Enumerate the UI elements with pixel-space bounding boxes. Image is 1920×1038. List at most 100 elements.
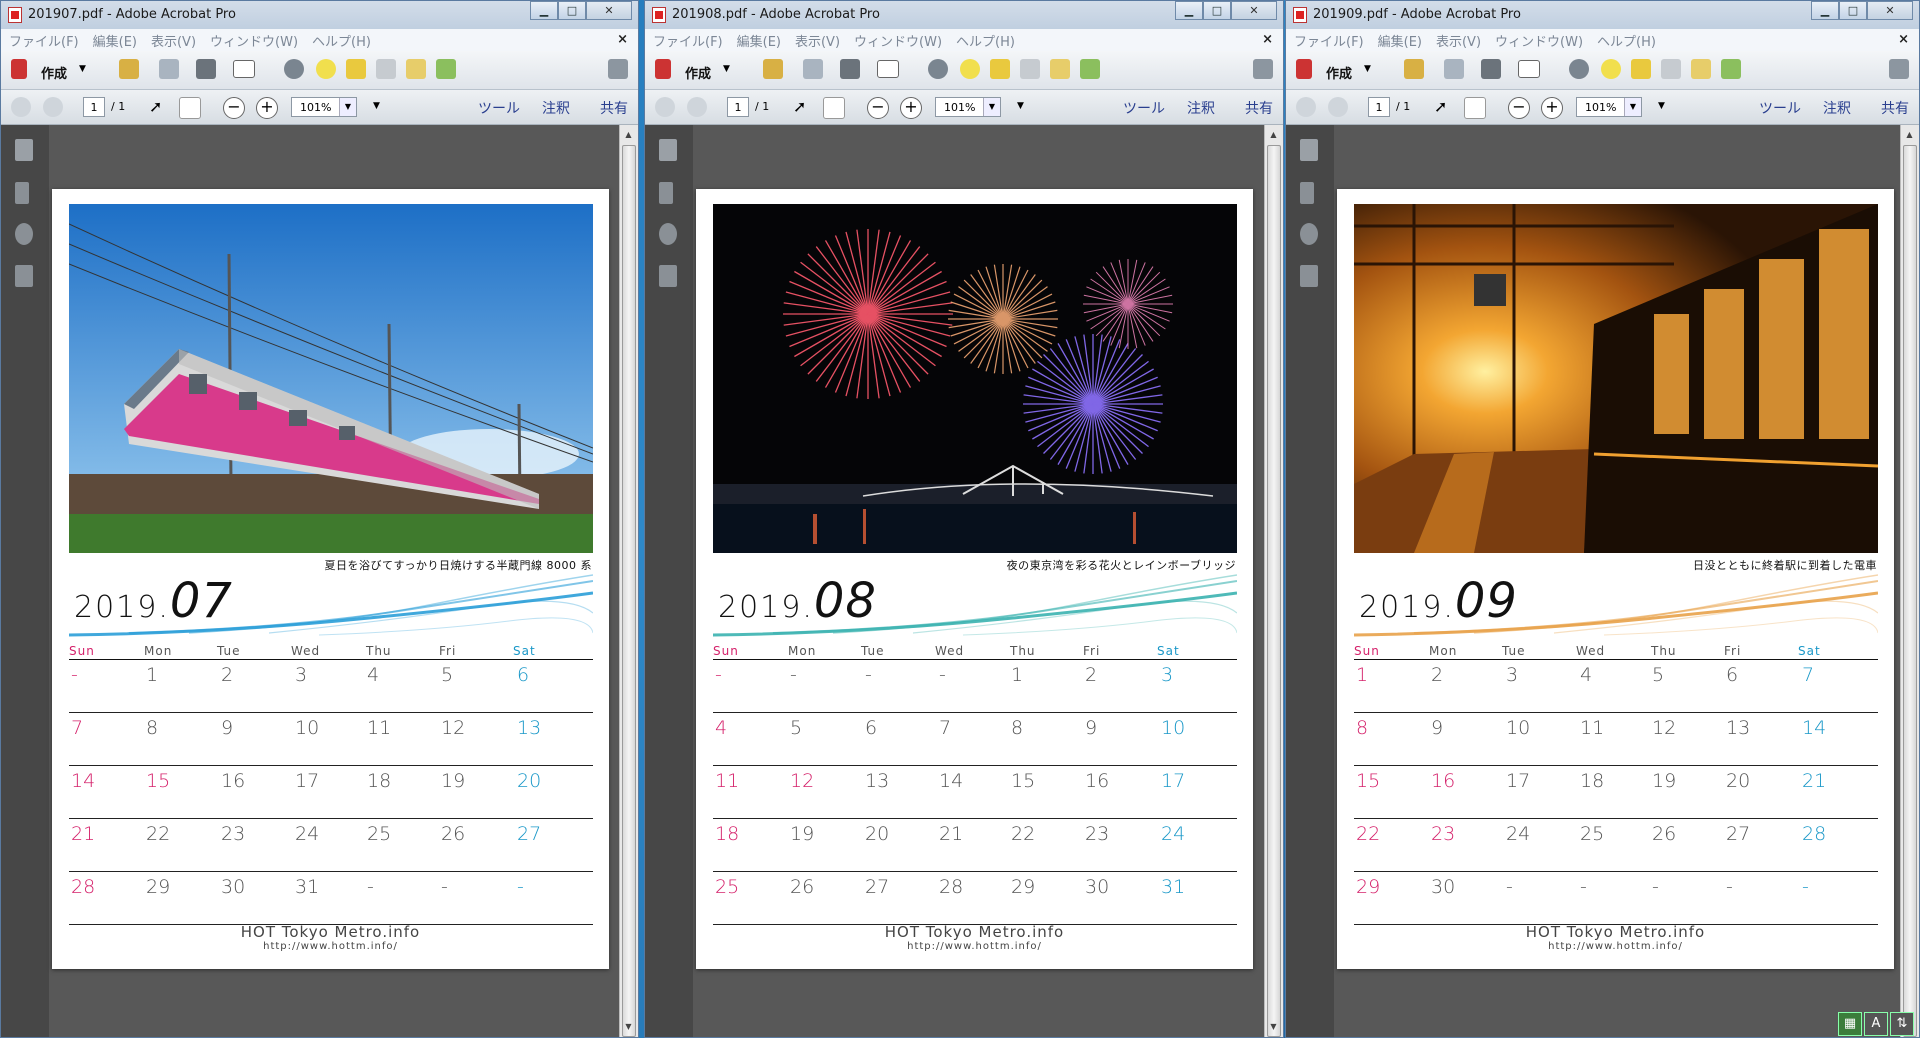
scroll-down-icon[interactable]: ▼ <box>620 1019 637 1035</box>
close-document-icon[interactable]: × <box>1262 32 1273 47</box>
comment-icon[interactable] <box>316 59 336 79</box>
toolbar-more-icon[interactable]: ▼ <box>1658 101 1665 111</box>
zoom-in-icon[interactable]: + <box>256 97 278 119</box>
hand-tool-icon[interactable] <box>1464 97 1486 119</box>
create-button[interactable]: 作成 <box>41 63 67 82</box>
highlight-icon[interactable] <box>1631 59 1651 79</box>
vertical-scrollbar[interactable]: ▲ ▼ <box>1264 125 1283 1037</box>
chevron-down-icon[interactable]: ▼ <box>79 64 86 74</box>
share-pane-button[interactable]: 共有 <box>1881 98 1909 118</box>
save-icon[interactable] <box>159 59 179 79</box>
zoom-dropdown-icon[interactable]: ▼ <box>1624 98 1641 116</box>
scroll-up-icon[interactable]: ▲ <box>1265 127 1282 143</box>
email-icon[interactable] <box>877 60 899 78</box>
page-thumbnails-icon[interactable] <box>659 139 677 161</box>
maximize-button[interactable]: □ <box>558 1 586 20</box>
stamp-icon[interactable] <box>1661 59 1681 79</box>
attachments-icon[interactable] <box>659 223 677 245</box>
menu-item[interactable]: ウィンドウ(W) <box>1495 31 1583 50</box>
chevron-down-icon[interactable]: ▼ <box>723 64 730 74</box>
attachments-icon[interactable] <box>1300 223 1318 245</box>
fullscreen-icon[interactable] <box>1253 59 1273 79</box>
close-window-button[interactable]: ✕ <box>1231 1 1277 20</box>
signatures-icon[interactable] <box>1300 265 1318 287</box>
next-page-icon[interactable] <box>43 97 63 117</box>
settings-gear-icon[interactable] <box>1569 59 1589 79</box>
scroll-up-icon[interactable]: ▲ <box>620 127 637 143</box>
close-window-button[interactable]: ✕ <box>586 1 632 20</box>
previous-page-icon[interactable] <box>1296 97 1316 117</box>
zoom-level-input[interactable]: 101% ▼ <box>291 97 357 117</box>
page-number-input[interactable]: 1 <box>83 97 105 117</box>
tools-pane-button[interactable]: ツール <box>478 98 520 118</box>
select-cursor-icon[interactable]: ➚ <box>1434 97 1454 117</box>
comment-icon[interactable] <box>1601 59 1621 79</box>
document-area[interactable]: 夏日を浴びてすっかり日焼けする半蔵門線 8000 系 2019.07 Sun Mo… <box>49 125 620 1037</box>
select-cursor-icon[interactable]: ➚ <box>793 97 813 117</box>
select-cursor-icon[interactable]: ➚ <box>149 97 169 117</box>
maximize-button[interactable]: □ <box>1203 1 1231 20</box>
zoom-out-icon[interactable]: − <box>223 97 245 119</box>
bookmarks-icon[interactable] <box>15 182 29 204</box>
stamp-icon[interactable] <box>1020 59 1040 79</box>
bookmarks-icon[interactable] <box>1300 182 1314 204</box>
print-icon[interactable] <box>1481 59 1501 79</box>
acrobat-window-3[interactable]: 201909.pdf - Adobe Acrobat Pro ▁ □ ✕ ファイ… <box>1285 0 1920 1038</box>
menu-item[interactable]: 表示(V) <box>151 31 196 50</box>
zoom-in-icon[interactable]: + <box>1541 97 1563 119</box>
export-icon[interactable] <box>1721 59 1741 79</box>
comment-pane-button[interactable]: 注釈 <box>1823 98 1851 118</box>
title-bar[interactable]: 201908.pdf - Adobe Acrobat Pro ▁ □ ✕ <box>645 1 1283 29</box>
create-pdf-icon[interactable] <box>11 59 27 79</box>
next-page-icon[interactable] <box>687 97 707 117</box>
zoom-dropdown-icon[interactable]: ▼ <box>339 98 356 116</box>
page-number-input[interactable]: 1 <box>727 97 749 117</box>
bookmarks-icon[interactable] <box>659 182 673 204</box>
zoom-in-icon[interactable]: + <box>900 97 922 119</box>
save-icon[interactable] <box>1444 59 1464 79</box>
signatures-icon[interactable] <box>659 265 677 287</box>
share-pane-button[interactable]: 共有 <box>1245 98 1273 118</box>
share-pane-button[interactable]: 共有 <box>600 98 628 118</box>
settings-gear-icon[interactable] <box>284 59 304 79</box>
title-bar[interactable]: 201909.pdf - Adobe Acrobat Pro ▁ □ ✕ <box>1286 1 1919 29</box>
menu-item[interactable]: 編集(E) <box>737 31 781 50</box>
menu-item[interactable]: ファイル(F) <box>653 31 723 50</box>
print-icon[interactable] <box>840 59 860 79</box>
page-thumbnails-icon[interactable] <box>1300 139 1318 161</box>
scrollbar-thumb[interactable] <box>1903 145 1917 1037</box>
email-icon[interactable] <box>233 60 255 78</box>
zoom-out-icon[interactable]: − <box>867 97 889 119</box>
menu-item[interactable]: 編集(E) <box>1378 31 1422 50</box>
zoom-level-input[interactable]: 101% ▼ <box>935 97 1001 117</box>
email-icon[interactable] <box>1518 60 1540 78</box>
document-area[interactable]: 日没とともに終着駅に到着した電車 2019.09 Sun Mon Tue Wed Thu… <box>1334 125 1901 1037</box>
vertical-scrollbar[interactable]: ▲ ▼ <box>1900 125 1919 1037</box>
acrobat-window-2[interactable]: 201908.pdf - Adobe Acrobat Pro ▁ □ ✕ ファイ… <box>644 0 1284 1038</box>
grid-app-icon[interactable]: ▦ <box>1838 1012 1862 1036</box>
settings-gear-icon[interactable] <box>928 59 948 79</box>
zoom-dropdown-icon[interactable]: ▼ <box>983 98 1000 116</box>
menu-item[interactable]: 表示(V) <box>1436 31 1481 50</box>
close-document-icon[interactable]: × <box>1898 32 1909 47</box>
sign-icon[interactable] <box>406 59 426 79</box>
open-folder-icon[interactable] <box>763 59 783 79</box>
menu-item[interactable]: ウィンドウ(W) <box>210 31 298 50</box>
open-folder-icon[interactable] <box>119 59 139 79</box>
highlight-icon[interactable] <box>990 59 1010 79</box>
create-pdf-icon[interactable] <box>655 59 671 79</box>
menu-item[interactable]: 表示(V) <box>795 31 840 50</box>
open-folder-icon[interactable] <box>1404 59 1424 79</box>
page-number-input[interactable]: 1 <box>1368 97 1390 117</box>
menu-item[interactable]: ヘルプ(H) <box>312 31 371 50</box>
stamp-icon[interactable] <box>376 59 396 79</box>
title-bar[interactable]: 201907.pdf - Adobe Acrobat Pro ▁ □ ✕ <box>1 1 638 29</box>
fullscreen-icon[interactable] <box>1889 59 1909 79</box>
menu-item[interactable]: ファイル(F) <box>9 31 79 50</box>
comment-pane-button[interactable]: 注釈 <box>542 98 570 118</box>
export-icon[interactable] <box>1080 59 1100 79</box>
ime-a-icon[interactable]: A <box>1864 1012 1888 1036</box>
language-bar-icon[interactable]: ⇅ <box>1890 1012 1914 1036</box>
close-document-icon[interactable]: × <box>617 32 628 47</box>
comment-icon[interactable] <box>960 59 980 79</box>
